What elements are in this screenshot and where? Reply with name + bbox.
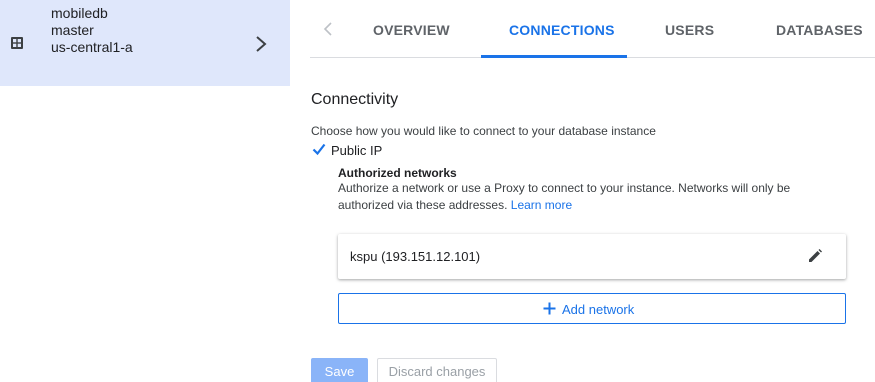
instance-name: mobiledb [51, 5, 108, 21]
add-network-button[interactable]: Add network [338, 293, 846, 324]
tab-bar: OVERVIEW CONNECTIONS USERS DATABASES [310, 0, 875, 58]
connectivity-heading: Connectivity [311, 91, 399, 108]
active-tab-indicator [481, 55, 627, 58]
connectivity-description: Choose how you would like to connect to … [311, 124, 656, 138]
database-grid-icon [11, 37, 23, 49]
instance-sidebar: mobiledb master us-central1-a [0, 0, 290, 382]
tab-users[interactable]: USERS [665, 22, 714, 38]
learn-more-link[interactable]: Learn more [511, 198, 572, 212]
tab-overview[interactable]: OVERVIEW [373, 22, 450, 38]
edit-pencil-icon[interactable] [808, 249, 822, 263]
network-name: kspu (193.151.12.101) [350, 249, 481, 264]
instance-list-item[interactable]: mobiledb master us-central1-a [0, 0, 290, 86]
chevron-left-icon[interactable] [323, 21, 333, 37]
save-button[interactable]: Save [311, 358, 368, 382]
authorized-networks-heading: Authorized networks [338, 166, 457, 180]
authorized-networks-description: Authorize a network or use a Proxy to co… [338, 180, 838, 214]
checkmark-icon [312, 143, 326, 156]
discard-changes-button[interactable]: Discard changes [377, 358, 497, 382]
public-ip-label: Public IP [331, 143, 383, 158]
instance-zone: us-central1-a [51, 39, 133, 55]
add-network-label: Add network [562, 302, 635, 317]
network-list-item[interactable]: kspu (193.151.12.101) [338, 234, 846, 279]
tab-connections[interactable]: CONNECTIONS [509, 22, 615, 38]
instance-details: mobiledb master us-central1-a [51, 5, 133, 56]
plus-icon [543, 302, 556, 315]
instance-role: master [51, 22, 94, 38]
tab-databases[interactable]: DATABASES [776, 22, 863, 38]
chevron-right-icon[interactable] [255, 35, 267, 53]
